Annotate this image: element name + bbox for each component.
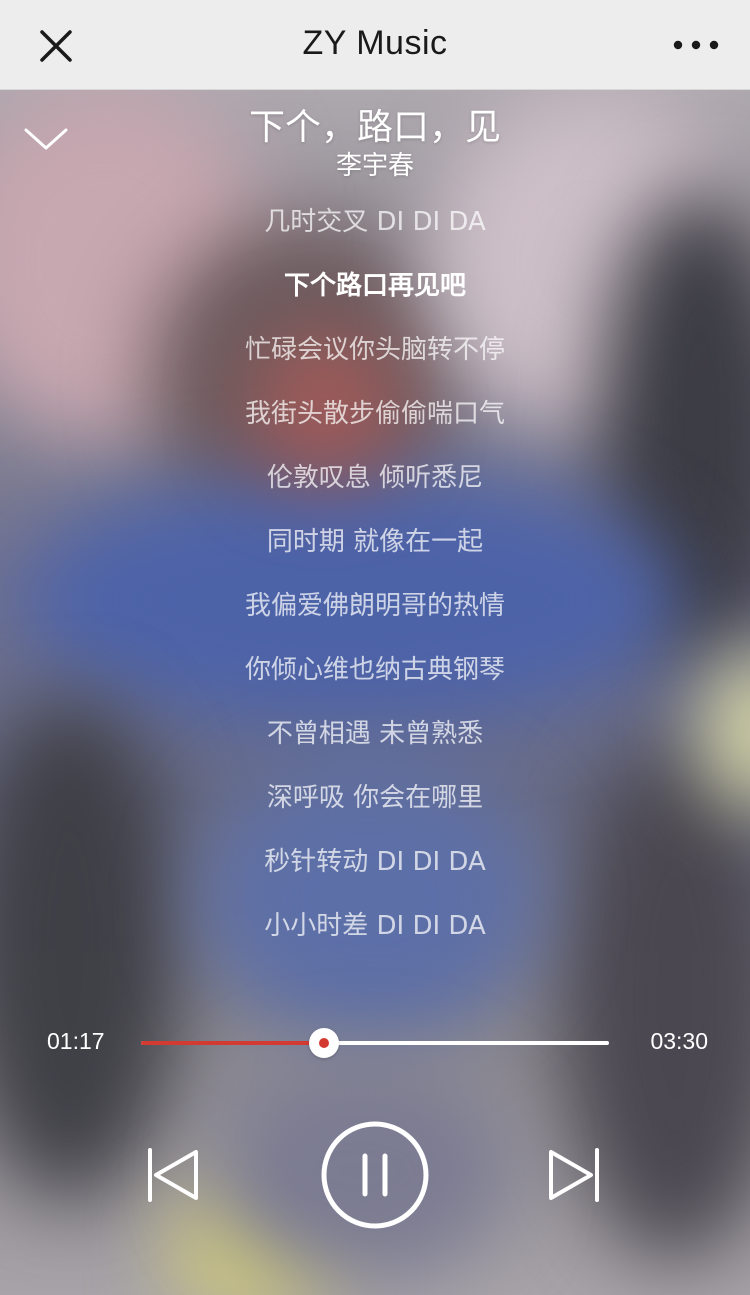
- total-time: 03:30: [650, 1028, 708, 1054]
- lyric-line: 你倾心维也纳古典钢琴: [244, 655, 505, 685]
- skip-previous-icon[interactable]: [144, 1145, 202, 1205]
- lyric-line: 秒针转动 DI DI DA: [264, 847, 486, 877]
- lyric-line: 深呼吸 你会在哪里: [266, 783, 484, 813]
- lyrics-list[interactable]: 几时交叉 DI DI DA 下个路口再见吧 忙碌会议你头脑转不停 我街头散步偷偷…: [0, 190, 750, 958]
- lyric-line: 忙碌会议你头脑转不停: [244, 335, 505, 365]
- lyric-line: 同时期 就像在一起: [266, 527, 484, 557]
- lyric-line: 伦敦叹息 倾听悉尼: [266, 463, 484, 493]
- lyric-line: 我街头散步偷偷喘口气: [244, 399, 505, 429]
- progress-thumb[interactable]: [308, 1028, 339, 1058]
- more-horizontal-icon[interactable]: [670, 30, 722, 60]
- pause-icon[interactable]: [320, 1120, 430, 1230]
- top-nav-bar: ZY Music: [0, 0, 750, 90]
- skip-next-icon[interactable]: [545, 1145, 603, 1205]
- progress-fill: [141, 1041, 324, 1045]
- app-title: ZY Music: [302, 24, 448, 62]
- lyric-line: 我偏爱佛朗明哥的热情: [244, 591, 505, 621]
- song-title: 下个，路口，见: [248, 107, 501, 148]
- lyric-line: 不曾相遇 未曾熟悉: [266, 719, 484, 749]
- progress-slider[interactable]: [141, 1027, 609, 1059]
- current-time: 01:17: [47, 1028, 105, 1054]
- song-artist: 李宇春: [335, 151, 414, 181]
- lyric-line: 小小时差 DI DI DA: [264, 911, 486, 941]
- lyric-line-active: 下个路口再见吧: [283, 271, 466, 301]
- lyric-line: 几时交叉 DI DI DA: [264, 207, 486, 237]
